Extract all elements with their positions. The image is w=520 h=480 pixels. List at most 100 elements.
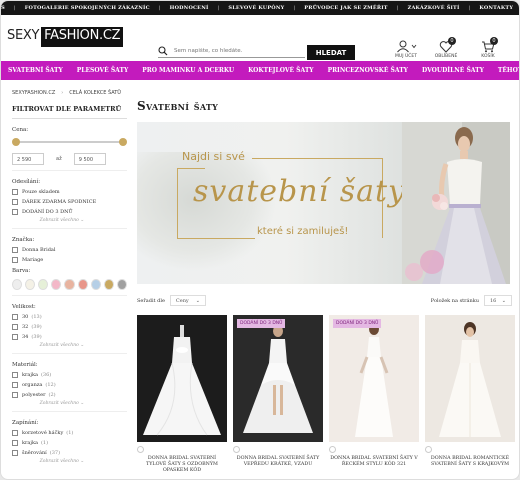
chevron-down-icon: ⌄ (195, 297, 200, 304)
filter-checkbox-option[interactable]: krajka (36) (12, 371, 127, 378)
checkbox[interactable] (12, 439, 18, 446)
topbar-link[interactable]: Hodnocení (170, 5, 209, 11)
nav-item[interactable]: Těhotenské šaty (491, 67, 519, 74)
product-image[interactable] (425, 315, 515, 442)
sort-select[interactable]: Ceny ⌄ (169, 295, 206, 306)
show-all-closures-link[interactable]: Zobrazit všechno ⌄ (12, 459, 127, 464)
product-card[interactable]: Dodání do 3 dnů Donna Bridal svatební ša… (233, 315, 323, 474)
search-icon[interactable] (158, 46, 168, 56)
price-slider-max-handle[interactable] (119, 138, 127, 146)
color-swatch[interactable] (64, 279, 75, 290)
divider (12, 170, 127, 171)
color-swatch[interactable] (103, 279, 114, 290)
breadcrumb-current: Celá kolekce šatů (69, 90, 121, 96)
filter-checkbox-option[interactable]: 30 (13) (12, 313, 127, 320)
nav-item[interactable]: Dvoudílné šaty (415, 67, 491, 74)
per-page-select[interactable]: 16 ⌄ (484, 295, 512, 306)
filter-checkbox-option[interactable]: šněrování (37) (12, 449, 127, 456)
option-count: (2) (48, 391, 56, 398)
color-dot[interactable] (137, 446, 144, 453)
nav-item[interactable]: Princeznovské šaty (321, 67, 415, 74)
product-name[interactable]: Donna Bridal svatební tylové šaty s ozdo… (137, 456, 227, 474)
checkbox-label: krajka (22, 371, 38, 378)
checkbox[interactable] (12, 313, 18, 320)
product-image[interactable] (137, 315, 227, 442)
nav-item[interactable]: Svatební šaty (1, 67, 70, 74)
product-card[interactable]: Donna Bridal romantické svatební šaty s … (425, 315, 515, 474)
color-swatch[interactable] (25, 279, 36, 290)
topbar-link[interactable]: Průvodce jak se změřit (304, 5, 387, 11)
filter-checkbox-option[interactable]: DÁREK ZDARMA SPODNICE (12, 198, 127, 205)
price-range-separator: až (56, 156, 62, 162)
header: SEXY FASHION.CZ HLEDAT Muj účet 0 Obl (1, 15, 519, 61)
filter-checkbox-option[interactable]: Donna Bridal (12, 246, 127, 253)
checkbox[interactable] (12, 246, 18, 253)
product-name[interactable]: Donna Bridal romantické svatební šaty s … (425, 456, 515, 468)
color-dot[interactable] (329, 446, 336, 453)
color-swatch[interactable] (38, 279, 49, 290)
color-swatch[interactable] (90, 279, 101, 290)
product-name[interactable]: Donna Bridal svatební šaty vepředu krátk… (233, 456, 323, 468)
filter-checkbox-option[interactable]: 32 (39) (12, 323, 127, 330)
checkbox[interactable] (12, 333, 18, 340)
promo-banner[interactable]: Najdi si své svatební šaty které si zami… (137, 122, 510, 284)
topbar-link[interactable]: Zakázkové šití (408, 5, 460, 11)
checkbox[interactable] (12, 381, 18, 388)
shipping-options: Pouze skladem DÁREK ZDARMA SPODNICE DODÁNÍ… (12, 188, 127, 215)
product-name[interactable]: Donna Bridal svatební šaty v řeckém styl… (329, 456, 419, 468)
checkbox[interactable] (12, 371, 18, 378)
breadcrumb-home[interactable]: sexyfashion.cz (12, 90, 55, 96)
search-button[interactable]: HLEDAT (307, 45, 355, 60)
price-to-input[interactable]: 9 500 (73, 153, 106, 165)
cart-link[interactable]: 0 Košík (470, 37, 506, 59)
color-swatch[interactable] (12, 279, 23, 290)
option-count: (37) (49, 449, 61, 456)
bride-photo (402, 122, 510, 284)
checkbox[interactable] (12, 256, 18, 263)
filter-checkbox-option[interactable]: DODÁNÍ DO 3 DNŮ (12, 208, 127, 215)
filter-checkbox-option[interactable]: Mariage (12, 256, 127, 263)
filter-checkbox-option[interactable]: korzetové háčky (1) (12, 429, 127, 436)
price-slider[interactable] (12, 137, 127, 147)
product-image[interactable]: Dodání do 3 dnů (329, 315, 419, 442)
show-all-shipping-link[interactable]: Zobrazit všechno ⌄ (12, 218, 127, 223)
filter-checkbox-option[interactable]: polyester (2) (12, 391, 127, 398)
checkbox[interactable] (12, 323, 18, 330)
product-card[interactable]: Donna Bridal svatební tylové šaty s ozdo… (137, 315, 227, 474)
favorites-label: Oblíbené (434, 54, 458, 59)
price-slider-min-handle[interactable] (12, 138, 20, 146)
nav-item[interactable]: Plesové šaty (70, 67, 135, 74)
product-image[interactable]: Dodání do 3 dnů (233, 315, 323, 442)
topbar-separator: | (293, 5, 296, 11)
color-swatch[interactable] (116, 279, 127, 290)
price-from-input[interactable]: 2 590 (12, 153, 44, 165)
site-logo[interactable]: SEXY FASHION.CZ (7, 27, 124, 47)
filter-checkbox-option[interactable]: krajka (1) (12, 439, 127, 446)
search-input[interactable] (174, 45, 299, 57)
product-card[interactable]: Dodání do 3 dnů Donna Bridal svatební ša… (329, 315, 419, 474)
filter-checkbox-option[interactable]: organza (12) (12, 381, 127, 388)
checkbox[interactable] (12, 391, 18, 398)
checkbox[interactable] (12, 429, 18, 436)
topbar-link[interactable]: Kontakty (479, 5, 513, 11)
show-all-sizes-link[interactable]: Zobrazit všechno ⌄ (12, 343, 127, 348)
color-swatch[interactable] (77, 279, 88, 290)
topbar-link[interactable]: Fotogalerie spokojených zákazníc (25, 5, 150, 11)
favorites-link[interactable]: 0 Oblíbené (428, 37, 464, 59)
account-link[interactable]: Muj účet (388, 40, 424, 59)
show-all-materials-link[interactable]: Zobrazit všechno ⌄ (12, 401, 127, 406)
checkbox[interactable] (12, 198, 18, 205)
checkbox[interactable] (12, 188, 18, 195)
nav-item[interactable]: Pro maminku a dcerku (135, 67, 241, 74)
nav-item[interactable]: Koktejlové šaty (241, 67, 320, 74)
checkbox[interactable] (12, 449, 18, 456)
color-dot[interactable] (425, 446, 432, 453)
color-swatch[interactable] (51, 279, 62, 290)
topbar-link[interactable]: O nás (1, 5, 5, 11)
color-dot[interactable] (233, 446, 240, 453)
filter-checkbox-option[interactable]: 34 (39) (12, 333, 127, 340)
main-navigation: Svatební šaty Plesové šaty Pro maminku a d… (1, 61, 519, 80)
filter-checkbox-option[interactable]: Pouze skladem (12, 188, 127, 195)
topbar-link[interactable]: Slevové kupóny (228, 5, 284, 11)
checkbox[interactable] (12, 208, 18, 215)
